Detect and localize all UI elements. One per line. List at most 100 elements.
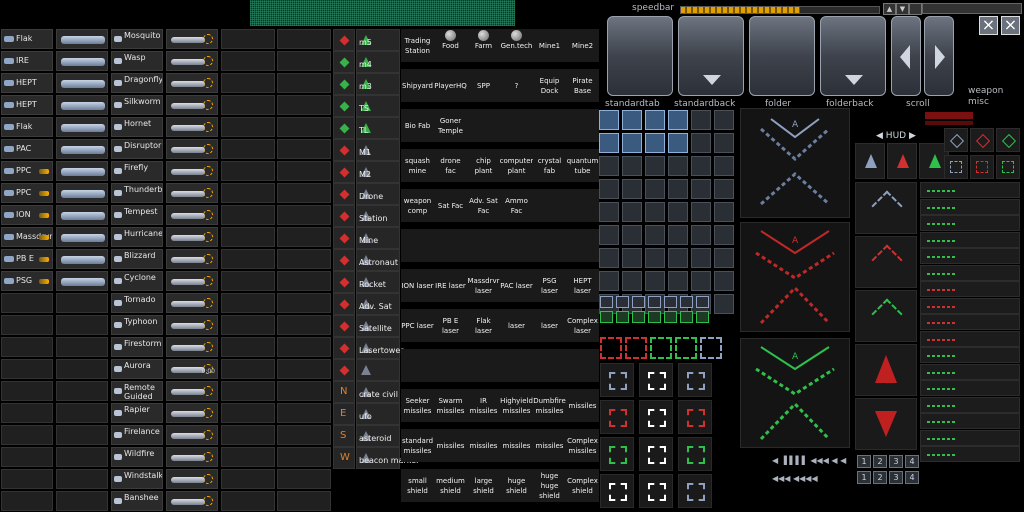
- speedbar-track[interactable]: [680, 6, 880, 14]
- gun-cell[interactable]: Flak: [1, 117, 53, 137]
- folderback-button[interactable]: [820, 16, 886, 96]
- gun-sprite-cell[interactable]: [56, 73, 108, 93]
- missile-sprite-cell[interactable]: [166, 315, 218, 335]
- empty-tile[interactable]: [645, 202, 665, 222]
- missile-cell[interactable]: Thunderbol: [111, 183, 163, 203]
- hud-dash-cell[interactable]: [920, 215, 1020, 231]
- building-cell[interactable]: [500, 229, 533, 262]
- building-cell[interactable]: Bio Fab: [401, 109, 434, 142]
- ship-icon-cell[interactable]: E: [333, 403, 355, 425]
- hud-dash-cell[interactable]: [920, 231, 1020, 248]
- folder-button[interactable]: [749, 16, 815, 96]
- building-cell[interactable]: Complex shield: [566, 469, 599, 502]
- missile-sprite-cell[interactable]: [166, 95, 218, 115]
- building-cell[interactable]: [401, 349, 434, 382]
- empty-tile[interactable]: [668, 248, 688, 268]
- building-cell[interactable]: PlayerHQ: [434, 69, 467, 102]
- empty-tile[interactable]: [714, 179, 734, 199]
- nav-arrow-icon[interactable]: [664, 311, 677, 323]
- building-cell[interactable]: PPC laser: [401, 309, 434, 342]
- ship-cell[interactable]: Mine: [356, 227, 400, 249]
- building-cell[interactable]: IR missiles: [467, 389, 500, 422]
- nav-arrow-icon[interactable]: [616, 296, 629, 308]
- building-cell[interactable]: missiles: [566, 389, 599, 422]
- hud-dash-cell[interactable]: [920, 314, 1020, 330]
- building-cell[interactable]: PAC laser: [500, 269, 533, 302]
- empty-tile[interactable]: [599, 202, 619, 222]
- gun-sprite-cell[interactable]: [56, 29, 108, 49]
- gun-cell[interactable]: IRE: [1, 51, 53, 71]
- empty-tile[interactable]: [691, 202, 711, 222]
- arrow-up-small-icon[interactable]: ▲: [883, 3, 896, 15]
- bracket-tile[interactable]: [678, 400, 712, 434]
- gun-cell[interactable]: Massdrvr: [1, 227, 53, 247]
- building-cell[interactable]: Mine1: [533, 29, 566, 62]
- ship-icon-cell[interactable]: S: [333, 425, 355, 447]
- gun-sprite-cell[interactable]: [56, 139, 108, 159]
- empty-tile[interactable]: [691, 133, 711, 153]
- missile-cell[interactable]: Typhoon: [111, 315, 163, 335]
- nav-arrow-icon[interactable]: [680, 296, 693, 308]
- building-cell[interactable]: Shipyard: [401, 69, 434, 102]
- scroll-right-button[interactable]: [924, 16, 954, 96]
- gun-sprite-cell[interactable]: [56, 95, 108, 115]
- nav-arrow-icon[interactable]: [632, 311, 645, 323]
- ship-cell[interactable]: Satellite: [356, 315, 400, 337]
- missile-sprite-cell[interactable]: 0:00: [166, 359, 218, 379]
- missile-sprite-cell[interactable]: [166, 29, 218, 49]
- building-cell[interactable]: [566, 229, 599, 262]
- gun-sprite-cell[interactable]: [56, 183, 108, 203]
- hud-corner-tile[interactable]: [944, 155, 968, 179]
- missile-cell[interactable]: Tempest: [111, 205, 163, 225]
- empty-tile[interactable]: [622, 248, 642, 268]
- number-button[interactable]: 3: [889, 471, 903, 484]
- empty-tile[interactable]: [645, 156, 665, 176]
- building-cell[interactable]: huge shield: [500, 469, 533, 502]
- missile-cell[interactable]: Hurricane: [111, 227, 163, 247]
- hud-diamond-tile[interactable]: [996, 128, 1020, 152]
- bracket-tile[interactable]: [678, 474, 712, 508]
- hud-ship-tile[interactable]: [887, 143, 917, 179]
- missile-cell[interactable]: Cyclone: [111, 271, 163, 291]
- gun-cell[interactable]: PB E: [1, 249, 53, 269]
- empty-tile[interactable]: [622, 271, 642, 291]
- target-box-icon[interactable]: [625, 337, 647, 359]
- target-box-icon[interactable]: [650, 337, 672, 359]
- building-cell[interactable]: crystal fab: [533, 149, 566, 182]
- missile-sprite-cell[interactable]: [166, 73, 218, 93]
- bracket-tile[interactable]: [600, 437, 634, 471]
- empty-tile[interactable]: [668, 271, 688, 291]
- empty-tile[interactable]: [599, 179, 619, 199]
- hud-corner-tile[interactable]: [970, 155, 994, 179]
- building-cell[interactable]: huge huge shield: [533, 469, 566, 502]
- building-cell[interactable]: [434, 349, 467, 382]
- building-cell[interactable]: large shield: [467, 469, 500, 502]
- gun-sprite-cell[interactable]: [56, 51, 108, 71]
- target-box-icon[interactable]: [700, 337, 722, 359]
- nav-arrow-icon[interactable]: [696, 311, 709, 323]
- ship-cell[interactable]: M1: [356, 139, 400, 161]
- ship-cell[interactable]: Lasertower: [356, 337, 404, 359]
- hud-dash-cell[interactable]: [920, 281, 1020, 297]
- bracket-tile[interactable]: [639, 474, 673, 508]
- ship-cell[interactable]: TL: [356, 117, 400, 139]
- gun-cell[interactable]: PPC: [1, 161, 53, 181]
- building-cell[interactable]: [467, 109, 500, 142]
- bracket-tile[interactable]: [678, 437, 712, 471]
- empty-tile[interactable]: [645, 248, 665, 268]
- close-button-2[interactable]: ×: [1001, 16, 1020, 35]
- standardback-button[interactable]: [678, 16, 744, 96]
- missile-cell[interactable]: Rapier: [111, 403, 163, 423]
- hud-dash-cell[interactable]: [920, 363, 1020, 380]
- ship-icon-cell[interactable]: [333, 117, 355, 139]
- building-cell[interactable]: quantum tube: [566, 149, 599, 182]
- hud-dash-cell[interactable]: [920, 380, 1020, 396]
- building-cell[interactable]: weapon comp: [401, 189, 434, 222]
- hud-chevron-cell[interactable]: [855, 290, 917, 342]
- ship-cell[interactable]: M2: [356, 161, 400, 183]
- missile-cell[interactable]: Wildfire: [111, 447, 163, 467]
- building-cell[interactable]: Mine2: [566, 29, 599, 62]
- ship-cell[interactable]: [356, 359, 400, 381]
- nav-arrows-2[interactable]: ◀◀◀ ◀◀◀◀: [772, 474, 856, 484]
- hud-dash-cell[interactable]: [920, 264, 1020, 281]
